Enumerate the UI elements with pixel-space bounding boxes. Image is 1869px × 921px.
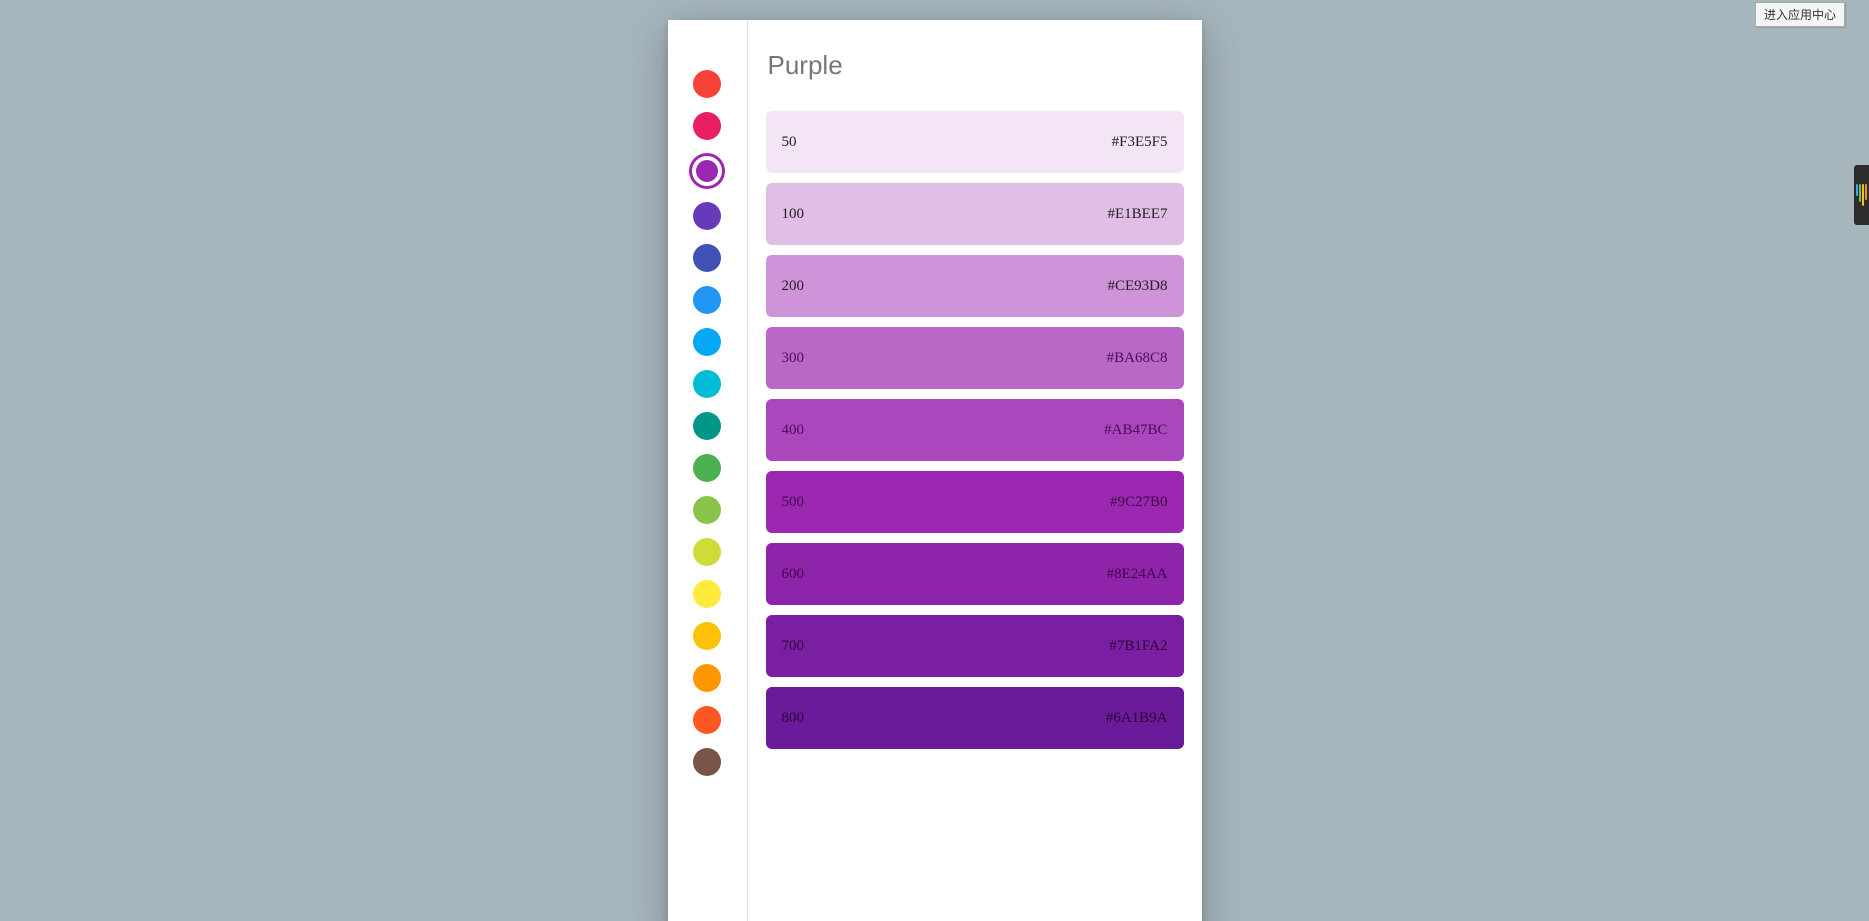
shade-row[interactable]: 600 #8E24AA bbox=[766, 543, 1184, 605]
color-dot-deep-purple[interactable] bbox=[693, 202, 721, 230]
color-dot-light-green[interactable] bbox=[693, 496, 721, 524]
shade-row[interactable]: 400 #AB47BC bbox=[766, 399, 1184, 461]
palette-main: Purple 50 #F3E5F5 100 #E1BEE7 200 #CE93D8 300 #… bbox=[748, 20, 1202, 921]
shade-level: 50 bbox=[782, 134, 797, 151]
color-dot-yellow[interactable] bbox=[693, 580, 721, 608]
shade-level: 200 bbox=[782, 278, 805, 295]
shade-list: 50 #F3E5F5 100 #E1BEE7 200 #CE93D8 300 #BA68C8 4… bbox=[766, 111, 1184, 749]
shade-row[interactable]: 500 #9C27B0 bbox=[766, 471, 1184, 533]
page-scroll-area[interactable]: Purple 50 #F3E5F5 100 #E1BEE7 200 #CE93D8 300 #… bbox=[0, 0, 1869, 921]
shade-level: 100 bbox=[782, 206, 805, 223]
shade-row[interactable]: 100 #E1BEE7 bbox=[766, 183, 1184, 245]
color-dot-blue[interactable] bbox=[693, 286, 721, 314]
color-dot-purple[interactable] bbox=[696, 160, 718, 182]
color-dot-amber[interactable] bbox=[693, 622, 721, 650]
color-sidebar bbox=[668, 20, 748, 921]
shade-hex: #7B1FA2 bbox=[1109, 638, 1167, 655]
shade-row[interactable]: 800 #6A1B9A bbox=[766, 687, 1184, 749]
color-dot-teal[interactable] bbox=[693, 412, 721, 440]
shade-row[interactable]: 300 #BA68C8 bbox=[766, 327, 1184, 389]
shade-hex: #9C27B0 bbox=[1110, 494, 1168, 511]
shade-level: 700 bbox=[782, 638, 805, 655]
shade-row[interactable]: 200 #CE93D8 bbox=[766, 255, 1184, 317]
shade-level: 500 bbox=[782, 494, 805, 511]
color-dot-brown[interactable] bbox=[693, 748, 721, 776]
shade-hex: #6A1B9A bbox=[1106, 710, 1168, 727]
shade-level: 300 bbox=[782, 350, 805, 367]
side-panel-handle[interactable] bbox=[1854, 165, 1869, 225]
shade-hex: #CE93D8 bbox=[1108, 278, 1168, 295]
shade-level: 800 bbox=[782, 710, 805, 727]
color-dot-green[interactable] bbox=[693, 454, 721, 482]
color-palette-card: Purple 50 #F3E5F5 100 #E1BEE7 200 #CE93D8 300 #… bbox=[668, 20, 1202, 921]
color-dot-indigo[interactable] bbox=[693, 244, 721, 272]
equalizer-icon bbox=[1856, 184, 1867, 206]
shade-level: 600 bbox=[782, 566, 805, 583]
color-dot-lime[interactable] bbox=[693, 538, 721, 566]
shade-row[interactable]: 700 #7B1FA2 bbox=[766, 615, 1184, 677]
palette-title: Purple bbox=[768, 50, 1184, 81]
color-dot-deep-orange[interactable] bbox=[693, 706, 721, 734]
shade-hex: #AB47BC bbox=[1104, 422, 1167, 439]
color-dot-orange[interactable] bbox=[693, 664, 721, 692]
color-dot-pink[interactable] bbox=[693, 112, 721, 140]
shade-hex: #8E24AA bbox=[1107, 566, 1168, 583]
shade-level: 400 bbox=[782, 422, 805, 439]
color-dot-light-blue[interactable] bbox=[693, 328, 721, 356]
color-dot-red[interactable] bbox=[693, 70, 721, 98]
shade-hex: #E1BEE7 bbox=[1108, 206, 1168, 223]
appcenter-button[interactable]: 进入应用中心 bbox=[1755, 2, 1845, 27]
shade-hex: #BA68C8 bbox=[1107, 350, 1168, 367]
shade-hex: #F3E5F5 bbox=[1112, 134, 1168, 151]
shade-row[interactable]: 50 #F3E5F5 bbox=[766, 111, 1184, 173]
color-dot-cyan[interactable] bbox=[693, 370, 721, 398]
